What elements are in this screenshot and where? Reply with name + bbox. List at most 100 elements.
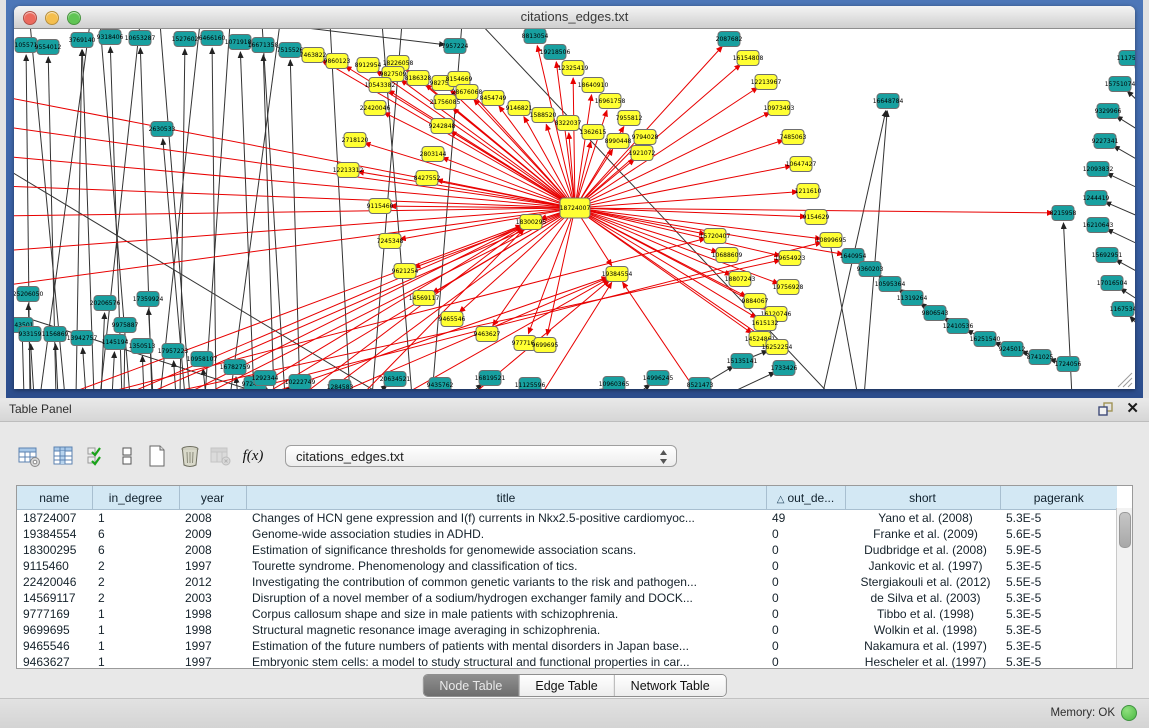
network-node[interactable]: 18724007 (560, 198, 591, 218)
network-node[interactable]: 2087682 (716, 32, 743, 47)
network-node[interactable]: 12213312 (333, 163, 364, 178)
select-columns-icon[interactable] (84, 443, 110, 469)
table-row[interactable]: 911546021997Tourette syndrome. Phenomeno… (17, 558, 1117, 574)
network-node[interactable]: 16782759 (220, 360, 251, 375)
network-node[interactable]: 1167534 (1110, 302, 1135, 317)
network-node[interactable]: 22420046 (360, 101, 391, 116)
network-node[interactable]: 9794028 (632, 130, 659, 145)
tab-edge-table[interactable]: Edge Table (518, 675, 613, 696)
table-scrollbar[interactable] (1116, 508, 1132, 668)
column-header-pagerank[interactable]: pagerank (1000, 486, 1117, 510)
network-node[interactable]: 15692951 (1092, 248, 1123, 263)
network-node[interactable]: 18807243 (725, 272, 756, 287)
network-node[interactable]: 16210643 (1083, 218, 1114, 233)
network-node[interactable]: 8215958 (1050, 206, 1077, 221)
network-node[interactable]: 12410536 (943, 319, 974, 334)
column-header-year[interactable]: year (179, 486, 246, 510)
table-scrollbar-thumb[interactable] (1119, 512, 1131, 548)
network-node[interactable]: 15751074 (1105, 77, 1135, 92)
network-node[interactable]: 16671358 (248, 38, 279, 53)
network-node[interactable]: 9242848 (429, 119, 456, 134)
network-node[interactable]: 25206050 (14, 287, 43, 302)
network-node[interactable]: 9115460 (367, 199, 394, 214)
network-node[interactable]: 7957224 (442, 39, 469, 54)
network-node[interactable]: 1588520 (530, 108, 557, 123)
network-node[interactable]: 9884067 (742, 294, 769, 309)
network-node[interactable]: 8322037 (555, 116, 582, 131)
table-select-dropdown[interactable]: citations_edges.txt (285, 445, 677, 467)
network-node[interactable]: 16819521 (475, 371, 506, 386)
float-panel-icon[interactable] (1098, 402, 1114, 417)
network-node[interactable]: 16961758 (595, 94, 626, 109)
network-node[interactable]: 14996245 (643, 371, 674, 386)
table-row[interactable]: 1456911722003Disruption of a novel membe… (17, 590, 1117, 606)
network-node[interactable]: 1156869 (42, 327, 69, 342)
network-node[interactable]: 10222749 (285, 375, 316, 390)
network-node[interactable]: 9318406 (97, 30, 124, 45)
network-node[interactable]: 1117534 (1117, 51, 1135, 66)
table-row[interactable]: 1830029562008Estimation of significance … (17, 542, 1117, 558)
network-node[interactable]: 1211610 (795, 184, 822, 199)
network-node[interactable]: 9699695 (532, 338, 559, 353)
table-columns-icon[interactable] (50, 443, 76, 469)
network-node[interactable]: 7245348 (377, 234, 404, 249)
network-node[interactable]: 16251540 (970, 332, 1001, 347)
table-row[interactable]: 2242004622012Investigating the contribut… (17, 574, 1117, 590)
network-node[interactable]: 19218506 (540, 45, 571, 60)
network-node[interactable]: 9146821 (506, 101, 533, 116)
network-node[interactable]: 7463822 (300, 48, 327, 63)
network-node[interactable]: 11319264 (897, 291, 928, 306)
network-node[interactable]: 8454749 (480, 91, 507, 106)
network-node[interactable]: 17359924 (133, 292, 164, 307)
network-node[interactable]: 8813054 (522, 29, 549, 44)
network-node[interactable]: 7955812 (616, 111, 643, 126)
tab-network-table[interactable]: Network Table (614, 675, 726, 696)
network-node[interactable]: 9554012 (35, 40, 62, 55)
window-titlebar[interactable]: citations_edges.txt (14, 6, 1135, 29)
network-node[interactable]: 10688609 (712, 248, 743, 263)
network-node[interactable]: 10653287 (125, 31, 156, 46)
network-node[interactable]: 18300295 (516, 215, 547, 230)
column-header-title[interactable]: title (246, 486, 766, 510)
network-node[interactable]: 9245012 (999, 342, 1026, 357)
network-node[interactable]: 11125596 (515, 378, 546, 390)
table-row[interactable]: 969969511998Structural magnetic resonanc… (17, 622, 1117, 638)
table-settings-icon[interactable] (16, 443, 42, 469)
network-node[interactable]: 1724056 (1055, 357, 1082, 372)
column-header-out_de[interactable]: △out_de... (766, 486, 845, 510)
network-node[interactable]: 10899695 (816, 233, 847, 248)
network-node[interactable]: 1284583 (327, 380, 354, 390)
network-node[interactable]: 10543382 (365, 78, 396, 93)
network-node[interactable]: 9463627 (474, 327, 501, 342)
network-node[interactable]: 12325419 (558, 61, 589, 76)
network-canvas[interactable]: 1055719554012376914093184061065328715276… (14, 29, 1135, 389)
close-panel-icon[interactable]: ✕ (1126, 401, 1139, 417)
network-node[interactable]: 20634521 (380, 372, 411, 387)
table-row[interactable]: 1872400712008Changes of HCN gene express… (17, 510, 1117, 527)
network-node[interactable]: 10958107 (187, 352, 218, 367)
network-node[interactable]: 12093832 (1083, 162, 1114, 177)
network-node[interactable]: 15135141 (727, 354, 758, 369)
network-node[interactable]: 8186328 (405, 71, 432, 86)
network-node[interactable]: 10595364 (875, 277, 906, 292)
network-node[interactable]: 1615132 (752, 316, 779, 331)
network-node[interactable]: 8427552 (414, 171, 441, 186)
network-node[interactable]: 15720407 (700, 229, 731, 244)
network-node[interactable]: 17016504 (1097, 276, 1128, 291)
network-node[interactable]: 9435762 (427, 378, 454, 390)
network-node[interactable]: 1244419 (1083, 191, 1110, 206)
network-node[interactable]: 9329966 (1095, 104, 1122, 119)
network-node[interactable]: 8521473 (687, 378, 714, 390)
table-row[interactable]: 946362711997Embryonic stem cells: a mode… (17, 654, 1117, 669)
memory-status-indicator[interactable] (1121, 705, 1137, 721)
network-node[interactable]: 9227341 (1092, 134, 1119, 149)
network-node[interactable]: 20206576 (90, 296, 121, 311)
network-node[interactable]: 1362615 (580, 125, 607, 140)
function-builder-icon[interactable]: f(x) (240, 443, 266, 469)
network-node[interactable]: 8741025 (1027, 350, 1054, 365)
network-node[interactable]: 9860123 (324, 54, 351, 69)
network-node[interactable]: 10647427 (786, 157, 817, 172)
table-row[interactable]: 977716911998Corpus callosum shape and si… (17, 606, 1117, 622)
network-node[interactable]: 16154808 (733, 51, 764, 66)
column-header-name[interactable]: name (17, 486, 92, 510)
